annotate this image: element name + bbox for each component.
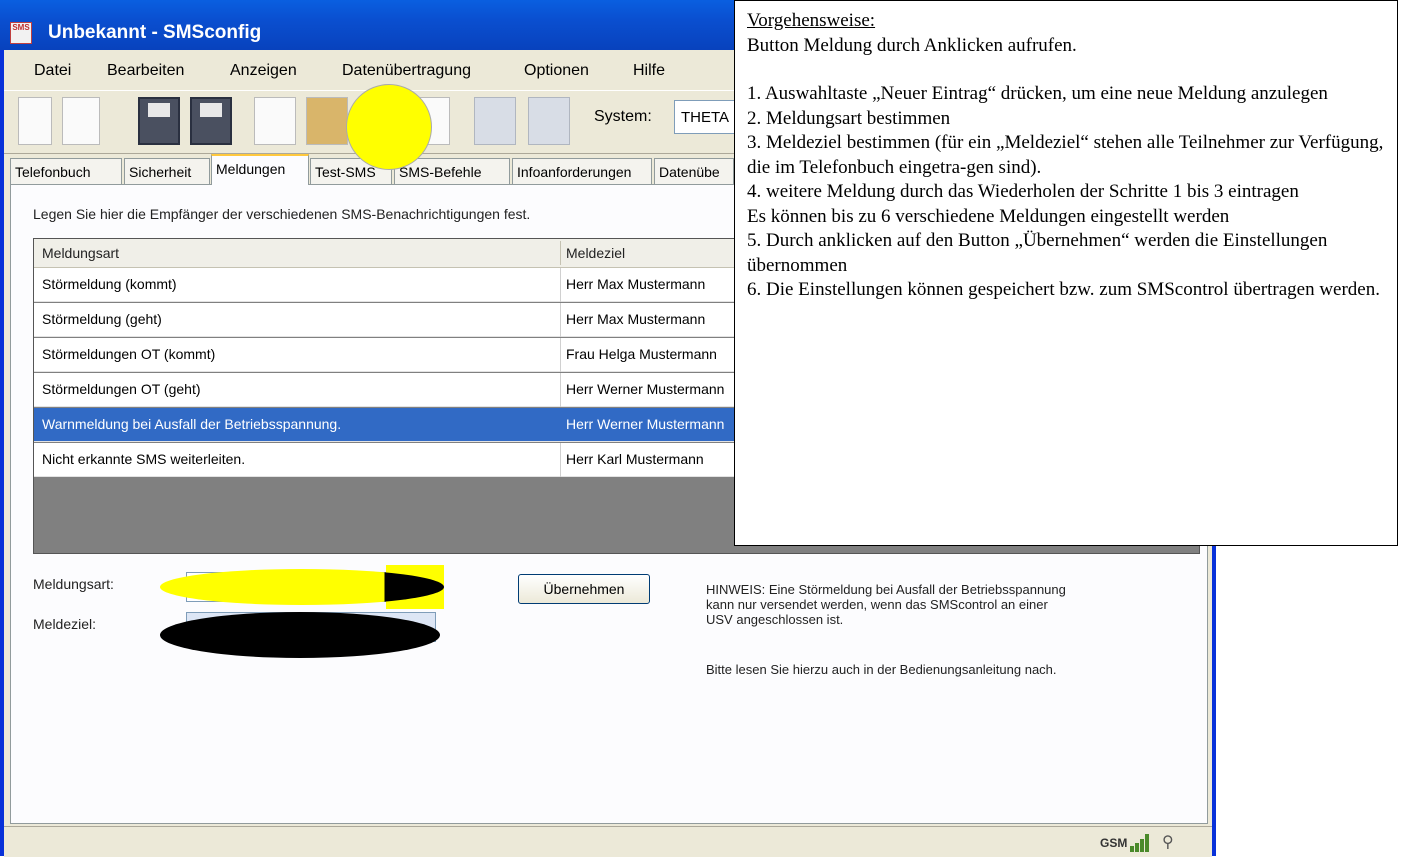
note-step: 1. Auswahltaste „Neuer Eintrag“ drücken,… bbox=[747, 83, 1328, 104]
note-step: 4. weitere Meldung durch das Wiederholen… bbox=[747, 181, 1299, 202]
highlight-marker bbox=[346, 84, 432, 170]
hint-line: kann nur versendet werden, wenn das SMSc… bbox=[706, 597, 1048, 612]
hint-line: USV angeschlossen ist. bbox=[706, 612, 844, 627]
column-header-meldeziel[interactable]: Meldeziel bbox=[566, 245, 625, 261]
redaction-meldungsart bbox=[160, 565, 444, 609]
upload-arrow-icon[interactable] bbox=[474, 97, 516, 145]
row-meldungsart: Warnmeldung bei Ausfall der Betriebsspan… bbox=[42, 416, 342, 432]
menu-optionen[interactable]: Optionen bbox=[524, 62, 589, 80]
row-meldeziel: Herr Max Mustermann bbox=[566, 311, 706, 327]
row-meldeziel: Herr Werner Mustermann bbox=[566, 416, 725, 432]
row-meldungsart: Störmeldung (kommt) bbox=[42, 276, 177, 292]
save-icon[interactable] bbox=[138, 97, 180, 145]
note-intro: Button Meldung durch Anklicken aufrufen. bbox=[747, 34, 1077, 56]
row-meldeziel: Herr Karl Mustermann bbox=[566, 451, 704, 467]
tab-infoanforderungen[interactable]: Infoanforderungen bbox=[512, 158, 652, 184]
tab-sicherheit[interactable]: Sicherheit bbox=[124, 158, 210, 184]
column-header-meldungsart[interactable]: Meldungsart bbox=[42, 245, 119, 261]
row-meldungsart: Störmeldungen OT (kommt) bbox=[42, 346, 216, 362]
column-divider bbox=[560, 241, 561, 265]
row-meldeziel: Herr Max Mustermann bbox=[566, 276, 706, 292]
note-step: 3. Meldeziel bestimmen (für ein „Meldezi… bbox=[747, 132, 1384, 178]
menu-datenuebertragung[interactable]: Datenübertragung bbox=[342, 62, 471, 80]
tab-telefonbuch[interactable]: Telefonbuch bbox=[10, 158, 122, 184]
copy-icon[interactable] bbox=[254, 97, 296, 145]
meldeziel-label: Meldeziel: bbox=[33, 616, 97, 632]
note-step: 6. Die Einstellungen können gespeichert … bbox=[747, 279, 1380, 300]
system-label: System: bbox=[594, 108, 652, 125]
row-meldeziel: Frau Helga Mustermann bbox=[566, 346, 717, 362]
note-heading: Vorgehensweise: bbox=[747, 10, 876, 31]
status-bar bbox=[4, 826, 1212, 857]
meldungsart-label: Meldungsart: bbox=[33, 576, 114, 592]
note-step: Es können bis zu 6 verschiedene Meldunge… bbox=[747, 205, 1230, 227]
row-meldungsart: Nicht erkannte SMS weiterleiten. bbox=[42, 451, 246, 467]
tab-meldungen[interactable]: Meldungen bbox=[211, 154, 309, 185]
menu-hilfe[interactable]: Hilfe bbox=[633, 62, 665, 80]
connection-icon: ⚲ bbox=[1162, 832, 1174, 851]
menu-datei[interactable]: Datei bbox=[34, 62, 71, 80]
panel-description: Legen Sie hier die Empfänger der verschi… bbox=[33, 206, 531, 222]
manual-hint: Bitte lesen Sie hierzu auch in der Bedie… bbox=[706, 662, 1057, 677]
hint-text: HINWEIS: Eine Störmeldung bei Ausfall de… bbox=[706, 582, 1066, 627]
app-icon: SMS bbox=[10, 22, 32, 44]
hint-line: HINWEIS: Eine Störmeldung bei Ausfall de… bbox=[706, 582, 1066, 597]
tab-datenuebertragung[interactable]: Datenübe bbox=[654, 158, 734, 184]
window-title: Unbekannt - SMSconfig bbox=[48, 22, 262, 43]
row-meldungsart: Störmeldung (geht) bbox=[42, 311, 162, 327]
row-meldeziel: Herr Werner Mustermann bbox=[566, 381, 725, 397]
uebernehmen-button[interactable]: Übernehmen bbox=[518, 574, 650, 604]
open-file-icon[interactable] bbox=[62, 97, 100, 145]
signal-strength-icon bbox=[1130, 834, 1154, 852]
note-step: 5. Durch anklicken auf den Button „Übern… bbox=[747, 230, 1328, 276]
redaction-meldeziel bbox=[160, 612, 440, 658]
new-file-icon[interactable] bbox=[18, 97, 52, 145]
menu-bearbeiten[interactable]: Bearbeiten bbox=[107, 62, 184, 80]
gsm-status: GSM bbox=[1100, 836, 1128, 850]
paste-icon[interactable] bbox=[306, 97, 348, 145]
save-as-icon[interactable] bbox=[190, 97, 232, 145]
download-arrow-icon[interactable] bbox=[528, 97, 570, 145]
row-meldungsart: Störmeldungen OT (geht) bbox=[42, 381, 201, 397]
note-step: 2. Meldungsart bestimmen bbox=[747, 107, 951, 129]
menu-anzeigen[interactable]: Anzeigen bbox=[230, 62, 297, 80]
instructions-note: Vorgehensweise: Button Meldung durch Ank… bbox=[734, 0, 1398, 546]
